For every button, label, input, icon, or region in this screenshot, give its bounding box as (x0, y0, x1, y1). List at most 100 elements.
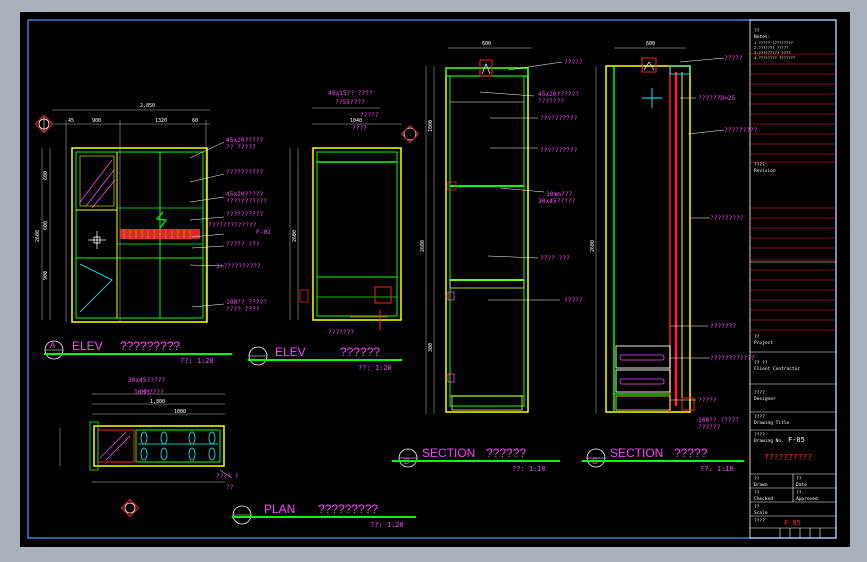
section-b-scale: ??: 1:10 (512, 465, 546, 473)
tb-project-heading: Project (754, 340, 773, 346)
section-b-dim-2: 300 (428, 343, 434, 352)
drawing-viewport[interactable]: 2,850 45 900 1320 60 600 600 900 2600 45… (20, 12, 850, 547)
elev-a-door-swing (79, 263, 113, 313)
elev-b-note-6: ??????? (328, 329, 354, 336)
section-b-dim-1: 1000 (428, 120, 434, 132)
plan-scale: ??: 1:20 (370, 521, 404, 529)
section-b-note-6: 30x45????? (538, 198, 576, 205)
plan-note-5: ?? (226, 484, 234, 491)
section-c-note-3: ????????? (710, 215, 744, 222)
elev-b-title-block: ELEV ?????? ??: 1:20 (248, 345, 402, 372)
plan-direction-marker-icon (120, 498, 140, 518)
section-c-title: SECTION (610, 446, 663, 460)
tb-revision-heading: Revision (754, 168, 776, 174)
section-b-note-4: ?????????? (540, 147, 578, 154)
tb-drawn-heading: Drawn (754, 482, 768, 488)
tb-note-line-4: 4.???????? ??????? (754, 55, 795, 60)
section-b-view[interactable]: 600 1000 2600 300 ????? 45x20?????? ????… (392, 41, 583, 473)
tb-approved-label: ?? (796, 490, 802, 496)
elev-a-note-8: ????? ??? (226, 241, 260, 248)
plan-dim-total: 1,800 (150, 399, 165, 405)
tb-project-label: ?? (754, 334, 760, 340)
elev-b-note-3: ???? (352, 125, 367, 132)
section-c-note-8: ?????? (698, 424, 721, 431)
elev-a-subtitle: ????????? (120, 339, 180, 353)
section-b-note-2: ??????? (538, 98, 564, 105)
section-b-cabinet-frame (445, 67, 529, 413)
tb-design-heading: Designer (754, 396, 776, 402)
section-b-note-1: 45x20?????? (538, 91, 579, 98)
section-b-subtitle: ?????? (486, 446, 526, 460)
electrical-symbol-icon (155, 211, 168, 229)
section-c-view[interactable]: 600 2600 ????? ??????D=25 ????????? ????… (582, 41, 758, 473)
section-b-dim-width: 600 (482, 41, 491, 47)
elev-a-dim-1: 45 (68, 118, 74, 124)
elev-a-dim-left-1: 600 (43, 171, 49, 180)
elev-a-dim-2: 900 (92, 118, 101, 124)
plan-cabinet-outline (93, 425, 225, 467)
cad-sheet-canvas[interactable]: 2,850 45 900 1320 60 600 600 900 2600 45… (20, 12, 850, 547)
section-c-dim-width: 600 (646, 41, 655, 47)
tb-drawing-no-label: ???? (754, 432, 765, 438)
elev-b-note-0: 45x15?? ???? (328, 90, 373, 97)
elev-a-note-6: ????????????? (208, 222, 257, 229)
elev-a-marker-letter: A (50, 341, 56, 350)
elev-a-dim-total: 2,850 (140, 103, 155, 109)
section-b-note-8: ????? (564, 297, 583, 304)
title-block[interactable]: ?? Notes: 1.????? ????????? 2.??????? ??… (749, 19, 837, 539)
section-c-note-1: ??????D=25 (698, 95, 736, 102)
crosshair-cursor-icon (88, 231, 106, 249)
elev-b-subtitle: ?????? (340, 345, 380, 359)
crosshair-cursor-icon (642, 88, 662, 108)
elev-a-title: ELEV (72, 339, 103, 353)
section-b-note-5: 10mm??? (546, 191, 572, 198)
section-c-scale: ??: 1:10 (700, 465, 734, 473)
tb-scale-label: ?? (754, 504, 760, 510)
section-b-note-0: ????? (564, 59, 583, 66)
elevation-a-view[interactable]: 2,850 45 900 1320 60 600 600 900 2600 45… (34, 103, 271, 365)
elev-a-dim-3: 1320 (155, 118, 167, 124)
tb-drawing-no-heading: Drawing No. (754, 438, 784, 444)
tb-drawing-no-bottom-label: ???? (754, 518, 765, 524)
plan-note-1: 10MM???? (134, 389, 164, 396)
elev-a-dim-left-total: 2600 (35, 230, 41, 242)
elev-b-section-marker-icon (400, 124, 420, 144)
section-c-note-6: ????? (698, 397, 717, 404)
section-c-note-0: ????? (724, 55, 743, 62)
section-c-title-block: C SECTION ????? ??: 1:10 (582, 446, 744, 473)
elev-a-scale: ??: 1:20 (180, 357, 214, 365)
elev-b-note-2: ????? (360, 112, 379, 119)
plan-note-4: ???? ? (216, 473, 239, 480)
elev-a-dim-4: 60 (192, 118, 198, 124)
tb-checked-heading: Checked (754, 496, 773, 502)
title-block-grid (750, 53, 836, 331)
elev-a-note-4: ??????????? (226, 198, 267, 205)
plan-view[interactable]: 30x45????? 10MM???? 1,800 1000 ???? ? ??… (59, 377, 416, 529)
tb-drawing-title-heading: Drawing Title (754, 420, 790, 426)
section-c-note-5: ???????????? (710, 355, 755, 362)
section-c-dim-height: 2600 (590, 240, 596, 252)
plan-title: PLAN (264, 502, 295, 516)
elev-a-note-2: ?????????? (226, 169, 264, 176)
plan-note-0: 30x45????? (128, 377, 166, 384)
tb-drawn-label: ?? (754, 476, 760, 482)
tb-checked-label: ?? (754, 490, 760, 496)
elev-b-cabinet-frame (312, 147, 402, 321)
elev-a-dim-left-3: 900 (43, 271, 49, 280)
elev-a-note-3: 45x20????? (226, 191, 264, 198)
elev-b-dim-height: 2600 (292, 230, 298, 242)
tb-drawing-title-label: ???? (754, 414, 765, 420)
elevation-b-view[interactable]: 45x15?? ???? ??55???? ????? ???? 1040 26… (248, 90, 420, 372)
elev-a-dim-left-2: 600 (43, 221, 49, 230)
tb-date-heading: Date (796, 482, 807, 488)
elev-b-title: ELEV (275, 345, 306, 359)
elev-a-dimension-lines (41, 109, 210, 322)
elev-a-note-0: 45x20????? (226, 137, 264, 144)
tb-contractor-heading: Client Contractor (754, 366, 800, 372)
elev-a-glass-hatch (79, 159, 116, 209)
section-c-subtitle: ????? (674, 446, 708, 460)
elev-a-title-block: A ELEV ????????? ??: 1:20 (44, 339, 232, 365)
plan-title-block: PLAN ????????? ??: 1:20 (232, 502, 416, 529)
elev-a-note-5: ?????????? (226, 211, 264, 218)
tb-design-label: ???? (754, 390, 765, 396)
